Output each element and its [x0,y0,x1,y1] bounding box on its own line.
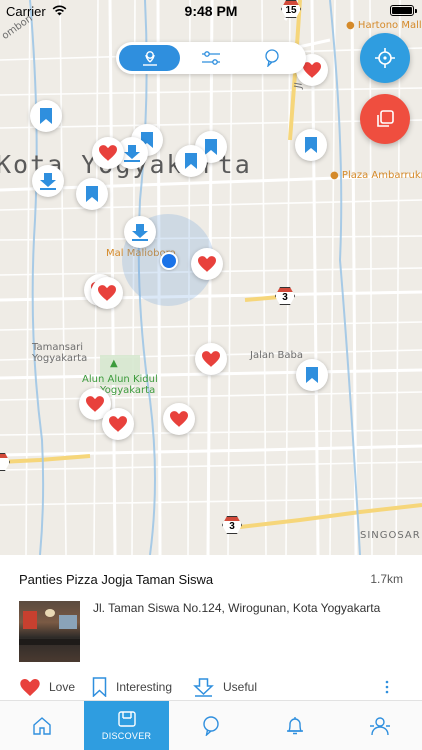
heart-pin[interactable] [102,408,134,440]
heart-icon [198,256,216,272]
bookmark-pin[interactable] [296,359,328,391]
bubble-icon [203,715,219,736]
shopping-bag-icon: ● [330,170,339,181]
bookmark-icon [40,108,52,124]
more-options-button[interactable] [384,676,398,698]
heart-pin[interactable] [191,248,223,280]
place-photo[interactable] [19,601,80,662]
useful-label: Useful [223,680,258,694]
locate-me-button[interactable] [360,33,410,83]
bookmark-pin[interactable] [76,178,108,210]
download-icon [40,173,56,190]
segment-map-pin[interactable] [119,45,181,71]
heart-pin[interactable] [163,403,195,435]
home-icon [33,716,51,735]
map-view[interactable]: Kota Yogyakarta ombon Jl ● Hartono Mall … [0,0,422,555]
heart-pin[interactable] [92,137,124,169]
love-label: Love [49,680,76,694]
tab-bubble[interactable] [169,701,253,750]
poi-tamansari-label: Tamansari Yogyakarta [32,342,88,364]
bookmark-icon [86,186,98,202]
interesting-label: Interesting [116,680,173,694]
place-address: Jl. Taman Siswa No.124, Wirogunan, Kota … [93,601,381,615]
more-vertical-icon [385,680,388,694]
bookmark-icon [306,367,318,383]
bookmark-icon [305,137,317,153]
heart-icon [202,351,220,367]
filter-sliders-icon [201,51,220,65]
bookmark-icon [185,153,197,169]
battery-icon [390,5,417,16]
tab-bar: DISCOVER [0,700,422,750]
heart-icon [170,411,188,427]
heart-pin[interactable] [195,343,227,375]
tab-home[interactable] [0,701,84,750]
download-icon [124,145,140,162]
heart-icon [109,416,127,432]
heart-icon [20,678,40,696]
bookmark-pin[interactable] [175,145,207,177]
place-name[interactable]: Panties Pizza Jogja Taman Siswa [19,572,213,587]
download-pin[interactable] [32,165,64,197]
bookmark-pin[interactable] [295,129,327,161]
segment-filter[interactable] [180,45,241,71]
place-distance: 1.7km [370,572,403,586]
current-location-dot [160,252,178,270]
interesting-button[interactable]: Interesting [92,676,172,698]
bookmark-icon [92,677,107,697]
street-label-jalan-baba: Jalan Baba [250,350,303,361]
tab-discover[interactable]: DISCOVER [84,701,169,750]
status-bar: Carrier 9:48 PM [0,0,422,22]
download-icon [132,224,148,241]
heart-icon [99,145,117,161]
tab-notifications[interactable] [253,701,337,750]
poi-plaza-ambarrukmo-label: ● Plaza Ambarrukmo [330,170,422,181]
segment-bubble[interactable] [242,45,303,71]
heart-icon [98,285,116,301]
tab-discover-label: DISCOVER [101,731,152,741]
useful-button[interactable]: Useful [193,676,257,698]
map-pin-icon [142,51,157,66]
reaction-bar: Love Interesting Useful [0,676,422,698]
discover-icon [117,711,136,727]
profile-icon [369,716,390,735]
crosshair-icon [375,48,395,68]
heart-icon [86,396,104,412]
download-icon [193,677,214,697]
clock: 9:48 PM [184,3,238,19]
layers-button[interactable] [360,94,410,144]
area-label-singosari: SINGOSAR [360,530,421,541]
park-icon: ▲ [110,358,118,369]
tab-profile[interactable] [338,701,422,750]
bubble-icon [265,49,279,67]
bell-icon [287,716,304,734]
download-pin[interactable] [124,216,156,248]
map-mode-segmented-control [116,42,306,74]
heart-icon [303,62,321,78]
bookmark-icon [205,139,217,155]
copy-layers-icon [377,110,394,127]
heart-pin[interactable] [91,277,123,309]
love-button[interactable]: Love [20,676,75,698]
bookmark-pin[interactable] [30,100,62,132]
